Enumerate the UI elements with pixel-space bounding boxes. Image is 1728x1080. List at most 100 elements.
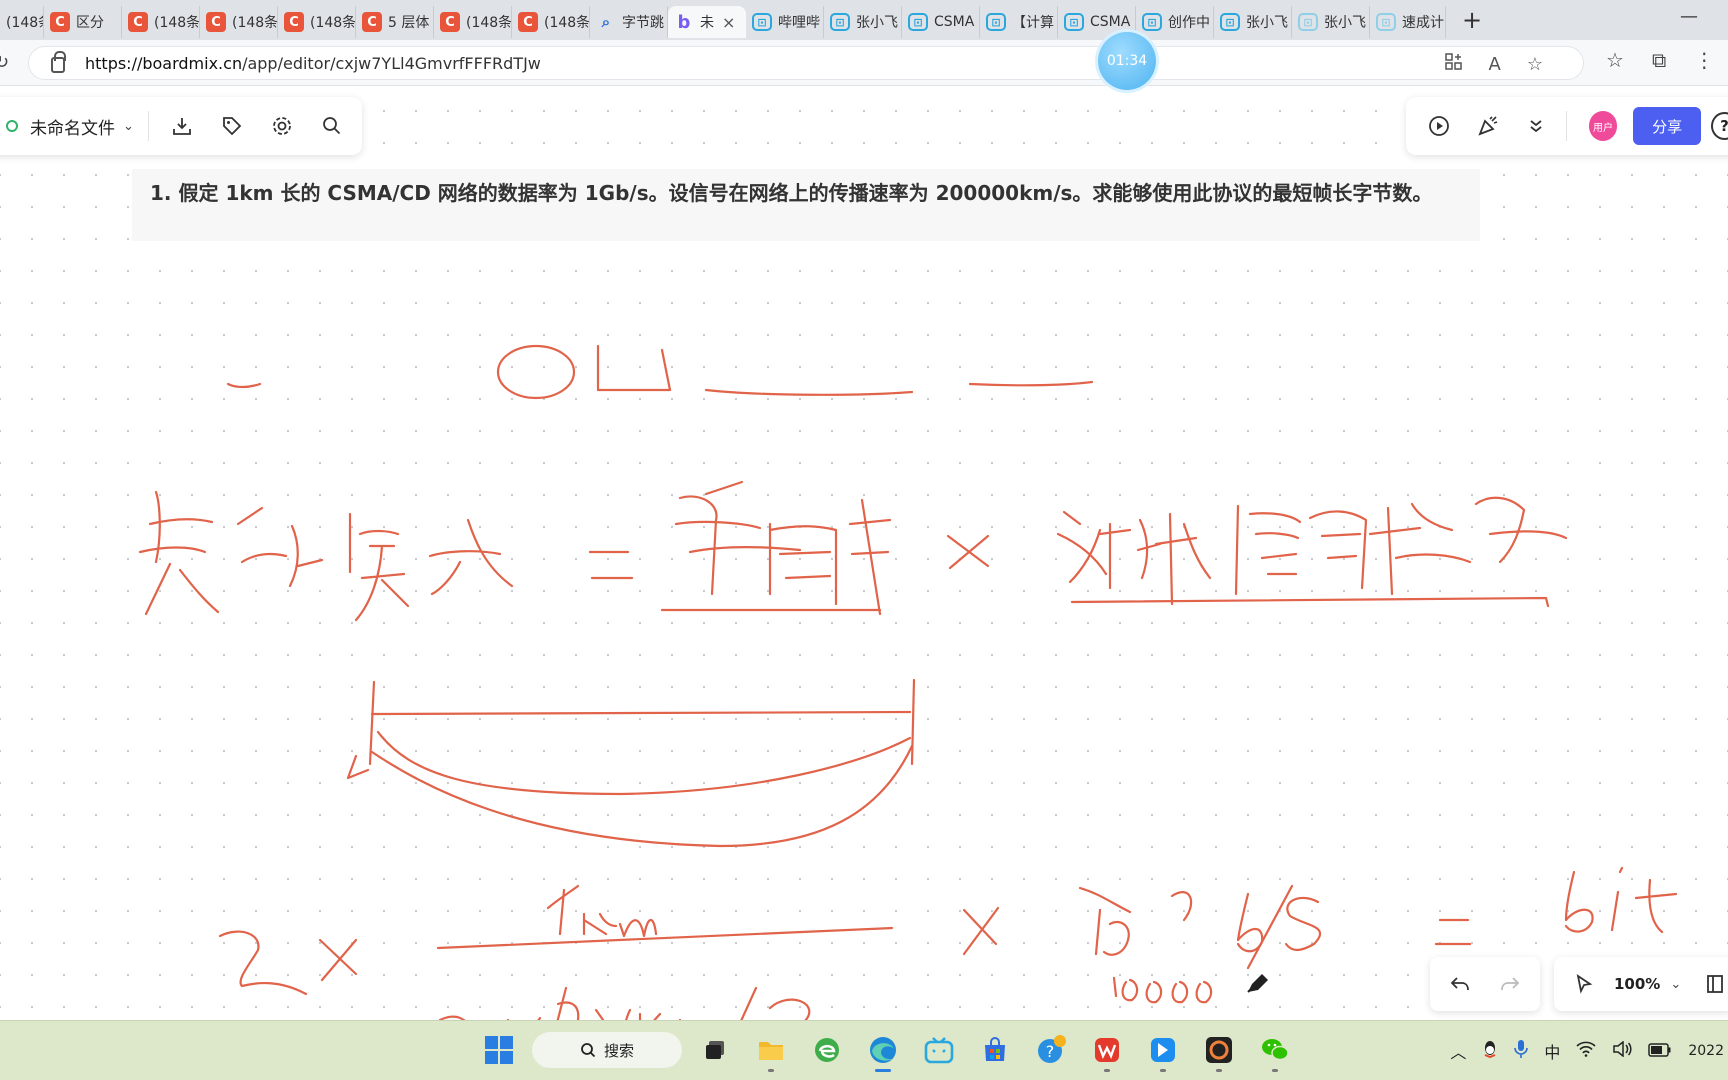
bilibili-icon: ⊡ [1220,13,1240,31]
wechat-icon[interactable] [1252,1027,1298,1073]
browser-tab[interactable]: C (148条 [512,6,590,38]
browser-tab-label: (148条 [232,15,278,31]
browser-tab-label: 张小飞 [1246,15,1288,31]
chevron-up-icon[interactable]: ︿ [1450,1039,1466,1063]
zoom-level[interactable]: 100% [1614,975,1660,993]
whiteboard-canvas[interactable]: 未命名文件 ⌄ 用户 分享 ? 1. 假定 1km 长的 CSMA/CD 网络的… [0,87,1728,1020]
task-view-icon[interactable] [692,1027,738,1073]
pen-cursor-icon [1247,974,1268,993]
wifi-icon[interactable] [1576,1041,1596,1061]
favorites-icon[interactable]: ☆ [1606,48,1624,72]
browser-tab[interactable]: ⊡ 【计算 [980,6,1058,38]
browser-tab[interactable]: C 区分 [44,6,122,38]
bilibili-icon: ⊡ [830,13,850,31]
select-cursor-icon[interactable] [1564,964,1604,1004]
recording-timer[interactable]: 01:34 [1098,32,1156,90]
address-bar-actions: A ☆ [1444,47,1543,81]
taskbar-search-label: 搜索 [603,1041,634,1060]
browser-tab-label: (148条 [6,15,43,31]
windows-taskbar: 搜索 ? ︿ 中 2022 [0,1020,1728,1080]
browser-tab[interactable]: (148条 [0,6,44,38]
read-aloud-icon[interactable]: A [1489,54,1501,75]
browser-tab[interactable]: ⊡ 张小飞 [824,6,902,38]
browser-tab[interactable]: ⊡ 哔哩哔 [746,6,824,38]
add-favorite-icon[interactable]: ☆ [1527,54,1543,75]
input-method-indicator[interactable]: 中 [1544,1039,1560,1063]
browser-tab[interactable]: ⊡ 张小飞 [1214,6,1292,38]
browser-actions: ☆ ⧉ ⋮ [1606,48,1714,72]
redo-icon[interactable] [1490,964,1530,1004]
url-text[interactable]: https://boardmix.cn/app/editor/cxjw7YLl4… [85,54,541,73]
wps-icon[interactable] [1084,1027,1130,1073]
bilibili-app-icon[interactable] [916,1027,962,1073]
browser-tab-label: 字节跳 [622,15,664,31]
browser-tab[interactable]: C (148条 [278,6,356,38]
browser-tab[interactable]: C (148条 [122,6,200,38]
taskbar-search[interactable]: 搜索 [532,1032,682,1068]
browser-tab[interactable]: ⊡ 张小飞 [1292,6,1370,38]
browser-tab[interactable]: b 未 × [668,6,746,38]
bilibili-icon: ⊡ [1142,13,1162,31]
handwriting-layer[interactable] [0,87,1728,1020]
browser-tab-label: (148条 [544,15,590,31]
browser-tab-label: 未 [700,15,714,31]
minimap-icon[interactable] [1705,964,1725,1004]
zoom-controls: 100% ⌄ [1430,957,1728,1013]
bilibili-icon: ⊡ [908,13,928,31]
browser-tab[interactable]: C (148条 [200,6,278,38]
chevron-down-icon[interactable]: ⌄ [1670,977,1681,992]
system-tray: ︿ 中 2022 [1450,1039,1728,1063]
browser-tab[interactable]: ⊡ 速成计 [1370,6,1446,38]
volume-icon[interactable] [1612,1040,1632,1061]
history-controls [1430,957,1540,1011]
address-bar[interactable]: https://boardmix.cn/app/editor/cxjw7YLl4… [28,46,1584,80]
taskbar-apps: 搜索 ? [476,1027,1298,1073]
browser-tab[interactable]: ⊡ 创作中 [1136,6,1214,38]
csdn-icon: C [362,12,382,32]
browser-tab[interactable]: ⌕ 字节跳 [590,6,668,38]
file-explorer-icon[interactable] [748,1027,794,1073]
browser-tab-label: 区分 [76,15,104,31]
extensions-icon[interactable]: ⋮ [1694,48,1714,72]
csdn-icon: C [440,12,460,32]
browser-toolbar: ↻ https://boardmix.cn/app/editor/cxjw7YL… [0,40,1728,86]
bilibili-icon: ⊡ [752,13,772,31]
csdn-icon: C [206,12,226,32]
lock-icon[interactable] [51,51,66,73]
bilibili-icon: ⊡ [986,13,1006,31]
browser-tab-label: 创作中 [1168,15,1210,31]
qq-icon[interactable] [1482,1040,1498,1062]
bilibili-icon: ⊡ [1376,13,1396,31]
windows-logo-icon [485,1036,513,1064]
clock[interactable]: 2022 [1688,1043,1724,1059]
browser-tab[interactable]: C 5 层体 [356,6,434,38]
edge-browser-icon[interactable] [860,1027,906,1073]
browser-tab-label: 【计算 [1012,15,1054,31]
refresh-icon[interactable]: ↻ [0,52,9,73]
collections-icon[interactable]: ⧉ [1652,48,1666,72]
browser-tab-label: (148条 [310,15,356,31]
help-app-icon[interactable]: ? [1028,1027,1074,1073]
close-tab-icon[interactable]: × [722,13,735,32]
browser-tab-label: 张小飞 [1324,15,1366,31]
browser-tab[interactable]: ⊡ CSMA [902,6,980,38]
microphone-icon[interactable] [1514,1039,1529,1063]
browser-tab[interactable]: C (148条 [434,6,512,38]
undo-icon[interactable] [1440,964,1480,1004]
csdn-icon: C [50,12,70,32]
app-available-icon[interactable] [1444,52,1463,76]
browser-tab-label: CSMA [934,14,975,30]
search-icon [581,1043,596,1058]
bilibili-icon: ⊡ [1064,13,1084,31]
browser-tab-label: 哔哩哔 [778,15,820,31]
minimize-button[interactable]: — [1680,6,1698,27]
new-tab-button[interactable]: + [1452,6,1492,34]
browser-tab-label: CSMA [1090,14,1131,30]
feishu-icon[interactable] [1140,1027,1186,1073]
start-button[interactable] [476,1027,522,1073]
battery-icon[interactable] [1648,1042,1672,1061]
csdn-icon: C [518,12,538,32]
edge-legacy-icon[interactable] [804,1027,850,1073]
store-icon[interactable] [972,1027,1018,1073]
recorder-app-icon[interactable] [1196,1027,1242,1073]
